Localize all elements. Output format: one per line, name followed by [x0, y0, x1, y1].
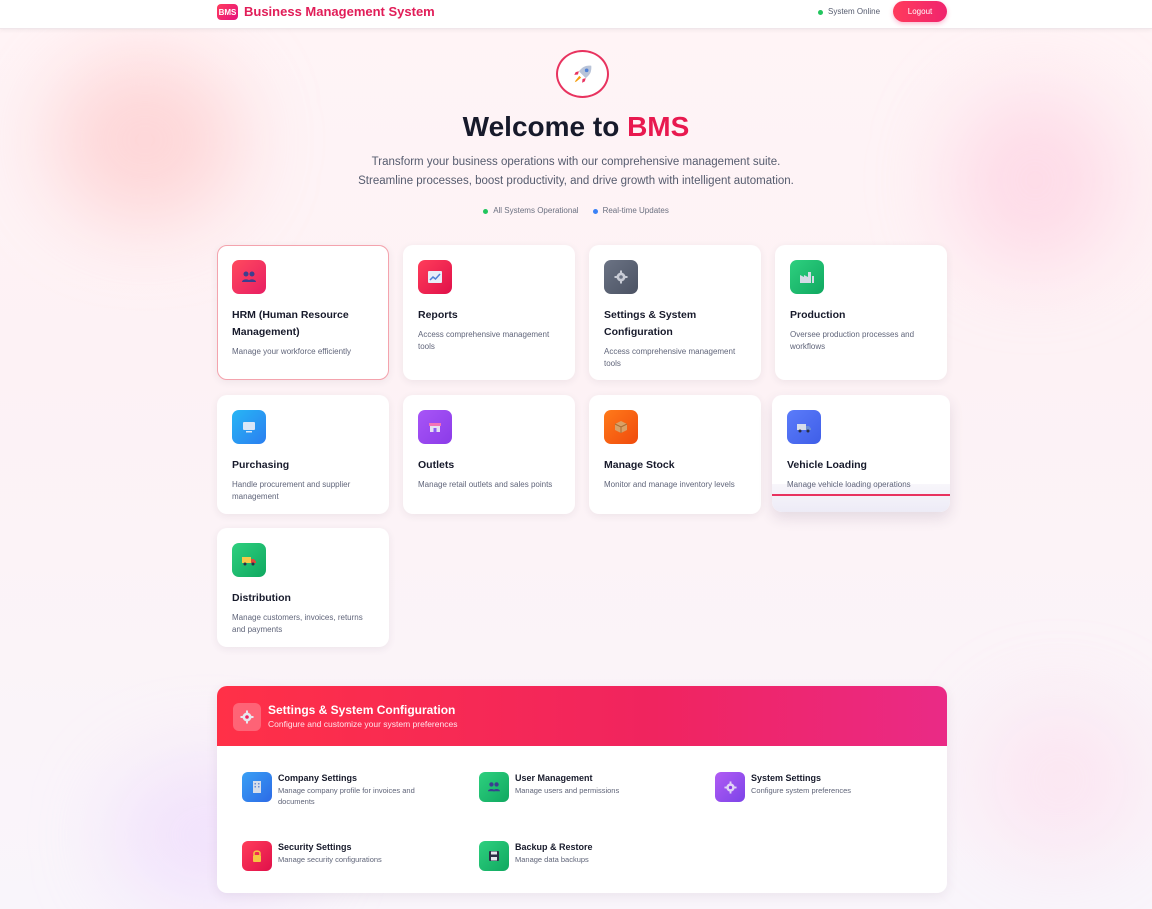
gear-icon: [233, 703, 261, 731]
welcome-title-prefix: Welcome to: [462, 111, 628, 142]
module-card-manage-stock[interactable]: Manage Stock Monitor and manage inventor…: [589, 395, 761, 514]
chart-icon: [418, 260, 452, 294]
module-card-settings[interactable]: Settings & System Configuration Access c…: [589, 245, 761, 380]
welcome-title-accent: BMS: [627, 111, 690, 142]
settings-panel-subtitle: Configure and customize your system pref…: [268, 719, 458, 729]
module-title: Production: [790, 309, 846, 321]
lock-icon: [242, 841, 272, 871]
module-description: Manage retail outlets and sales points: [418, 480, 553, 489]
module-description: Manage your workforce efficiently: [232, 347, 352, 356]
floppy-disk-icon: [479, 841, 509, 871]
settings-item-system[interactable]: System Settings Configure system prefere…: [715, 772, 925, 812]
settings-item-description: Manage data backups: [515, 855, 589, 864]
module-title: HRM (Human Resource Management): [232, 309, 349, 338]
welcome-subtitle: Transform your business operations with …: [0, 153, 1152, 191]
module-title: Vehicle Loading: [787, 459, 867, 471]
module-card-purchasing[interactable]: Purchasing Handle procurement and suppli…: [217, 395, 389, 514]
status-dot-icon: [483, 208, 489, 214]
welcome-subtitle-line: Streamline processes, boost productivity…: [358, 175, 794, 187]
users-icon: [232, 260, 266, 294]
background-blob: [980, 700, 1140, 860]
logout-button[interactable]: Logout: [893, 1, 947, 22]
welcome-title: Welcome to BMS: [0, 110, 1152, 144]
brand-title[interactable]: Business Management System: [244, 4, 435, 20]
system-status: System Online: [818, 6, 880, 18]
module-title: Outlets: [418, 459, 455, 471]
top-navbar: BMS Business Management System System On…: [0, 0, 1152, 29]
module-title: Settings & System Configuration: [604, 309, 697, 338]
module-title: Reports: [418, 309, 458, 321]
truck-icon: [787, 410, 821, 444]
welcome-subtitle-line: Transform your business operations with …: [371, 156, 781, 168]
status-operational-label: All Systems Operational: [493, 206, 579, 215]
rocket-icon: [556, 50, 609, 98]
module-card-production[interactable]: Production Oversee production processes …: [775, 245, 947, 380]
card-hover-bar: [772, 494, 950, 496]
settings-panel: Settings & System Configuration Configur…: [217, 686, 947, 893]
settings-panel-header: Settings & System Configuration Configur…: [217, 686, 947, 746]
hero-status-row: All Systems Operational Real-time Update…: [0, 205, 1152, 217]
module-description: Handle procurement and supplier manageme…: [232, 480, 351, 501]
module-title: Manage Stock: [604, 459, 675, 471]
module-card-reports[interactable]: Reports Access comprehensive management …: [403, 245, 575, 380]
logo-badge[interactable]: BMS: [217, 4, 238, 20]
module-description: Oversee production processes and workflo…: [790, 330, 915, 351]
settings-item-backup[interactable]: Backup & Restore Manage data backups: [479, 841, 689, 881]
settings-panel-title: Settings & System Configuration: [268, 703, 456, 717]
module-description: Monitor and manage inventory levels: [604, 480, 735, 489]
box-icon: [604, 410, 638, 444]
settings-item-security[interactable]: Security Settings Manage security config…: [242, 841, 452, 881]
settings-item-title: Security Settings: [278, 842, 352, 852]
settings-item-title: User Management: [515, 773, 593, 783]
settings-item-user-management[interactable]: User Management Manage users and permiss…: [479, 772, 689, 812]
module-title: Purchasing: [232, 459, 290, 471]
computer-icon: [232, 410, 266, 444]
module-card-vehicle-loading[interactable]: Vehicle Loading Manage vehicle loading o…: [772, 395, 950, 512]
status-realtime-label: Real-time Updates: [602, 206, 669, 215]
delivery-truck-icon: [232, 543, 266, 577]
module-card-hrm[interactable]: HRM (Human Resource Management) Manage y…: [217, 245, 389, 380]
gear-icon: [604, 260, 638, 294]
module-card-outlets[interactable]: Outlets Manage retail outlets and sales …: [403, 395, 575, 514]
module-card-distribution[interactable]: Distribution Manage customers, invoices,…: [217, 528, 389, 647]
status-realtime: Real-time Updates: [592, 205, 669, 217]
settings-item-title: Backup & Restore: [515, 842, 593, 852]
module-title: Distribution: [232, 592, 291, 604]
module-description: Manage customers, invoices, returns and …: [232, 613, 363, 634]
settings-item-description: Manage security configurations: [278, 855, 382, 864]
module-description: Access comprehensive management tools: [418, 330, 550, 351]
system-status-label: System Online: [828, 7, 881, 16]
users-icon: [479, 772, 509, 802]
module-description: Manage vehicle loading operations: [787, 480, 911, 489]
settings-item-description: Manage company profile for invoices and …: [278, 786, 415, 806]
page: BMS Business Management System System On…: [0, 0, 1152, 909]
settings-item-title: System Settings: [751, 773, 822, 783]
settings-item-title: Company Settings: [278, 773, 358, 783]
status-operational: All Systems Operational: [483, 205, 579, 217]
settings-item-description: Manage users and permissions: [515, 786, 620, 795]
settings-item-company[interactable]: Company Settings Manage company profile …: [242, 772, 452, 812]
card-content: Vehicle Loading Manage vehicle loading o…: [787, 410, 935, 491]
module-description: Access comprehensive management tools: [604, 347, 736, 368]
settings-item-description: Configure system preferences: [751, 786, 852, 795]
store-icon: [418, 410, 452, 444]
factory-icon: [790, 260, 824, 294]
rocket-icon-svg: [573, 65, 591, 83]
status-dot-icon: [818, 9, 823, 15]
status-dot-icon: [592, 208, 598, 214]
building-icon: [242, 772, 272, 802]
gear-icon: [715, 772, 745, 802]
